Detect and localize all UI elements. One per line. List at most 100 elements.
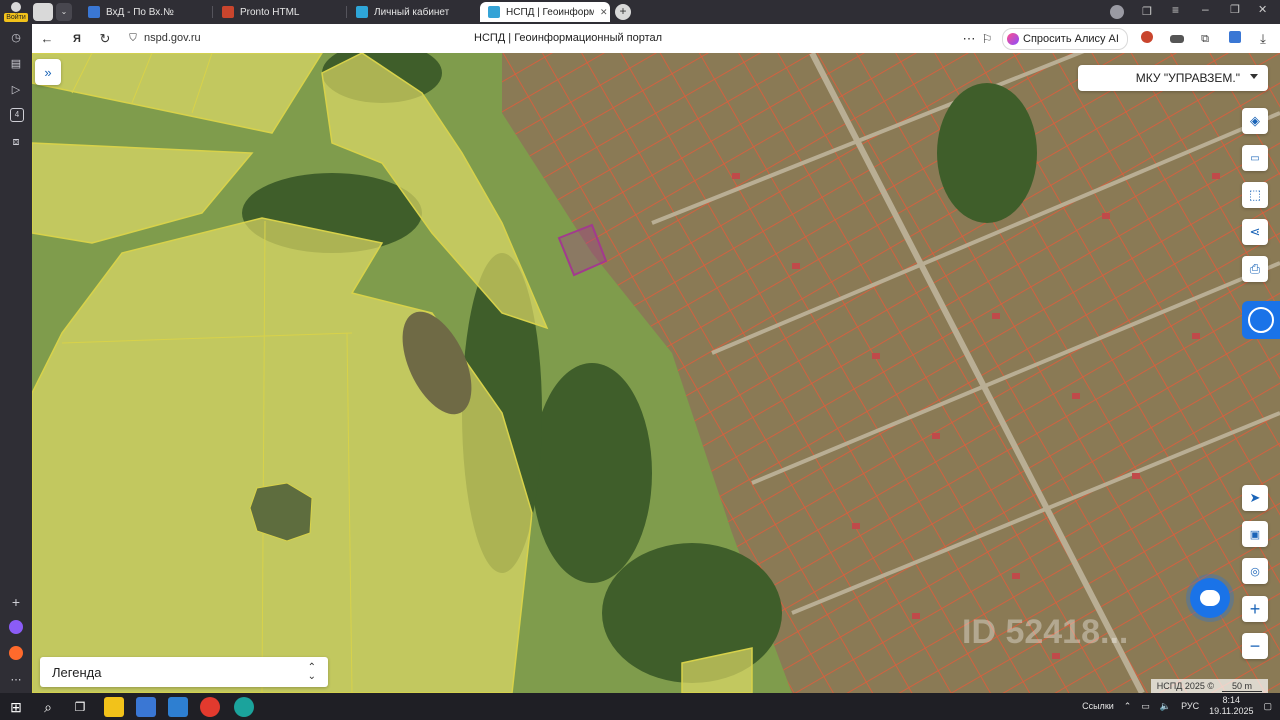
zoom-in-button[interactable]: + [1242, 596, 1268, 622]
attribution-text: НСПД 2025 © [1156, 681, 1214, 691]
share-icon: ⋖ [1249, 224, 1261, 239]
url-field[interactable]: nspd.gov.ru [144, 32, 201, 44]
tab-vhd[interactable]: ВхД - По Вх.№ [80, 2, 210, 22]
organization-select[interactable]: МКУ "УПРАВЗЕМ." [1078, 65, 1268, 91]
tab-favicon-icon [222, 6, 234, 18]
system-tray: Ссылки ⌃ ▭ 🔈 РУС 8:14 19.11.2025 ▢ [1082, 695, 1272, 717]
window-close-button[interactable]: ✕ [1258, 3, 1267, 16]
layers-icon: ◈ [1250, 113, 1260, 128]
ask-alisa-button[interactable]: Спросить Алису AI [1002, 28, 1128, 50]
select-area-icon: ⬚ [1248, 187, 1262, 202]
back-button[interactable]: ← [38, 30, 56, 48]
network-icon[interactable]: ▭ [1141, 701, 1150, 712]
window-restore-button[interactable]: ❐ [1230, 3, 1240, 16]
login-badge[interactable]: Войти [4, 13, 28, 22]
add-icon[interactable]: + [8, 594, 24, 610]
tab-favicon-icon [356, 6, 368, 18]
gosuslugi-button[interactable] [1242, 301, 1280, 339]
edge-icon[interactable] [234, 697, 254, 717]
gosuslugi-icon [1248, 307, 1274, 333]
minimap-button[interactable]: ▣ [1242, 521, 1268, 547]
chevron-up-icon[interactable]: ⌃ [1124, 701, 1132, 712]
translate-icon[interactable]: ⧈ [8, 134, 24, 150]
more-icon[interactable]: ⋯ [960, 30, 978, 48]
counter-icon[interactable]: 4 [10, 108, 24, 122]
print-button[interactable]: ⎙ [1242, 256, 1268, 282]
navigation-icon: ➤ [1249, 490, 1261, 505]
locate-button[interactable]: ➤ [1242, 485, 1268, 511]
alisa-sidebar-icon[interactable] [8, 646, 24, 662]
chevron-down-icon [1250, 74, 1258, 79]
minimap-icon: ▣ [1249, 528, 1261, 541]
user-icon [11, 2, 21, 12]
yandex-icon[interactable]: Я [68, 30, 86, 48]
tab-favicon-icon [488, 6, 500, 18]
downloads-profile-icon[interactable] [1110, 5, 1124, 19]
map-canvas[interactable]: ID 52418... » МКУ "УПРАВЗЕМ." ◈ ▭ ⬚ ⋖ ⎙ … [32, 53, 1280, 693]
chat-icon [1200, 590, 1220, 606]
tab-pronto[interactable]: Pronto HTML [214, 2, 344, 22]
notifications-icon[interactable]: ▢ [1263, 701, 1272, 712]
new-tab-button[interactable]: + [615, 4, 631, 20]
location-pin-icon: ◎ [1250, 565, 1260, 578]
plus-icon: + [1249, 598, 1261, 619]
layers-button[interactable]: ◈ [1242, 108, 1268, 134]
clock[interactable]: 8:14 19.11.2025 [1209, 695, 1253, 717]
watermark-text: ID 52418... [962, 613, 1128, 651]
print-icon: ⎙ [1249, 261, 1261, 276]
tab-menu-button[interactable] [33, 3, 53, 21]
account-icon[interactable] [1226, 30, 1244, 48]
assistant-icon[interactable] [8, 620, 24, 636]
tab-favicon-icon [88, 6, 100, 18]
satellite-map[interactable]: ID 52418... [32, 53, 1280, 693]
language-indicator[interactable]: РУС [1181, 701, 1199, 711]
chat-button[interactable] [1190, 578, 1230, 618]
select-area-button[interactable]: ⬚ [1242, 182, 1268, 208]
minus-icon: − [1249, 635, 1261, 656]
site-info-icon[interactable]: ⛉ [124, 30, 142, 48]
alisa-icon [1007, 33, 1019, 45]
history-icon[interactable]: ◷ [8, 30, 24, 46]
task-view-icon[interactable]: ❐ [70, 697, 90, 717]
tab-personal-cabinet[interactable]: Личный кабинет [348, 2, 478, 22]
notes-icon[interactable]: ▤ [8, 56, 24, 72]
share-button[interactable]: ⋖ [1242, 219, 1268, 245]
geolocation-button[interactable]: ◎ [1242, 558, 1268, 584]
expand-icon: ⌃ ⌄ [307, 662, 316, 682]
tabs-dropdown-button[interactable]: ⌄ [56, 3, 72, 21]
yandex-browser-icon[interactable] [200, 697, 220, 717]
bookmark-icon[interactable]: ⚐ [978, 30, 996, 48]
browser-tab-strip: Войти ⌄ ВхД - По Вх.№ Pronto HTML Личный… [0, 0, 1280, 24]
collections-icon[interactable]: ❐ [1142, 5, 1152, 18]
browser-sidebar: ◷ ▤ ▷ 4 ⧈ + ⋯ [0, 24, 32, 693]
profile-avatar[interactable]: Войти [4, 1, 28, 23]
links-label[interactable]: Ссылки [1082, 701, 1114, 711]
download-icon[interactable]: ⤓ [1254, 30, 1272, 48]
zoom-out-button[interactable]: − [1242, 633, 1268, 659]
os-taskbar: ⊞ ⌕ ❐ Ссылки ⌃ ▭ 🔈 РУС 8:14 19.11.2025 ▢ [0, 693, 1280, 720]
windows-start-icon[interactable]: ⊞ [6, 697, 26, 717]
minimize-icon[interactable]: ≡ [1172, 3, 1179, 17]
file-explorer-icon[interactable] [104, 697, 124, 717]
window-minimize-button[interactable]: – [1202, 2, 1209, 16]
ruler-icon: ▭ [1250, 152, 1260, 164]
video-icon[interactable]: ▷ [8, 82, 24, 98]
reload-button[interactable]: ↻ [96, 30, 114, 48]
close-icon[interactable]: ✕ [600, 7, 608, 18]
search-icon[interactable]: ⌕ [38, 697, 58, 717]
expand-panel-button[interactable]: » [35, 59, 61, 85]
page-title: НСПД | Геоинформационный портал [474, 32, 663, 44]
tab-nspd[interactable]: НСПД | Геоинформац... ✕ [480, 2, 610, 22]
map-scale-bar: НСПД 2025 © 50 m [1150, 679, 1268, 693]
ruler-button[interactable]: ▭ [1242, 145, 1268, 171]
extension-icon[interactable] [1138, 30, 1156, 48]
address-bar-row: ← Я ↻ ⛉ nspd.gov.ru НСПД | Геоинформацио… [32, 24, 1280, 54]
store-icon[interactable] [136, 697, 156, 717]
scale-label: 50 m [1221, 681, 1262, 692]
speaker-icon[interactable]: 🔈 [1160, 701, 1171, 712]
extension-icon[interactable] [1168, 30, 1186, 48]
extensions-icon[interactable]: ⧉ [1196, 30, 1214, 48]
sidebar-more-icon[interactable]: ⋯ [8, 672, 24, 688]
mail-icon[interactable] [168, 697, 188, 717]
legend-panel[interactable]: Легенда ⌃ ⌄ [40, 657, 328, 687]
